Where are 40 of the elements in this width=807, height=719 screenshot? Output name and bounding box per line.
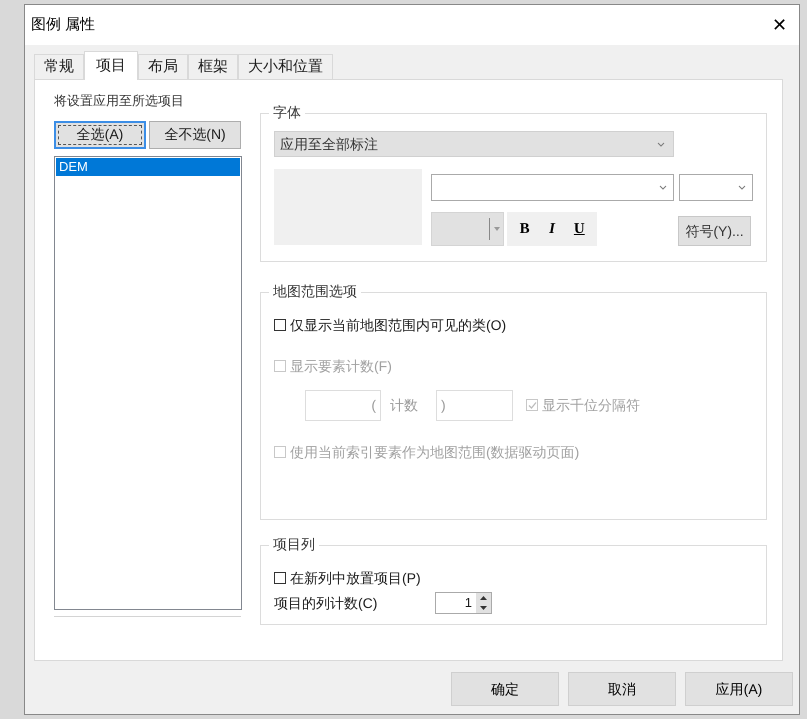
dialog-button[interactable]: 应用(A) [685, 672, 793, 706]
font-size-dropdown[interactable] [679, 174, 753, 201]
chevron-icon [657, 142, 665, 146]
group-title: 项目列 [269, 535, 319, 553]
dropdown-arrow-icon [494, 227, 500, 231]
dialog-button[interactable]: 确定 [451, 672, 559, 706]
font-name-dropdown[interactable] [431, 174, 674, 201]
spinner-label: 项目的列计数(C) [274, 594, 378, 613]
dialog-button[interactable]: 取消 [568, 672, 676, 706]
style-button[interactable]: U [569, 218, 590, 240]
style-button[interactable]: B [514, 218, 535, 240]
select-button[interactable]: 全不选(N) [149, 120, 241, 148]
tab[interactable]: 项目 [84, 51, 138, 80]
color-dropdown[interactable] [431, 212, 504, 246]
chevron-icon [738, 185, 746, 190]
checkbox-label: 显示要素计数(F) [290, 356, 392, 376]
checkbox-label: 显示千位分隔符 [542, 396, 640, 414]
section-caption: 将设置应用至所选项目 [54, 92, 185, 110]
checkbox-label: 仅显示当前地图范围内可见的类(O) [290, 316, 506, 335]
checkbox[interactable] [274, 572, 286, 584]
group-title: 地图范围选项 [269, 282, 361, 300]
tab[interactable]: 布局 [138, 54, 188, 79]
tab[interactable]: 常规 [34, 54, 84, 79]
tab[interactable]: 框架 [188, 54, 238, 79]
count-label: 计数 [390, 396, 419, 414]
select-button[interactable]: 全选(A) [54, 120, 146, 148]
spin-arrows-icon[interactable] [476, 593, 491, 613]
tab[interactable]: 大小和位置 [238, 54, 333, 79]
symbol-button[interactable]: 符号(Y)... [678, 216, 751, 246]
checkbox-label: 在新列中放置项目(P) [290, 568, 421, 588]
column-count-spinner[interactable]: 1 [435, 592, 492, 614]
checkbox[interactable] [274, 319, 286, 331]
close-button[interactable]: ✕ [772, 16, 787, 34]
group-title: 字体 [269, 103, 305, 121]
checkbox-label: 使用当前索引要素作为地图范围(数据驱动页面) [290, 442, 580, 462]
apply-dropdown[interactable]: 应用至全部标注 [274, 131, 674, 157]
style-button[interactable]: I [542, 218, 562, 240]
list-item[interactable]: DEM [56, 158, 240, 176]
window-title: 图例 属性 [31, 14, 96, 35]
chevron-icon [659, 185, 667, 190]
